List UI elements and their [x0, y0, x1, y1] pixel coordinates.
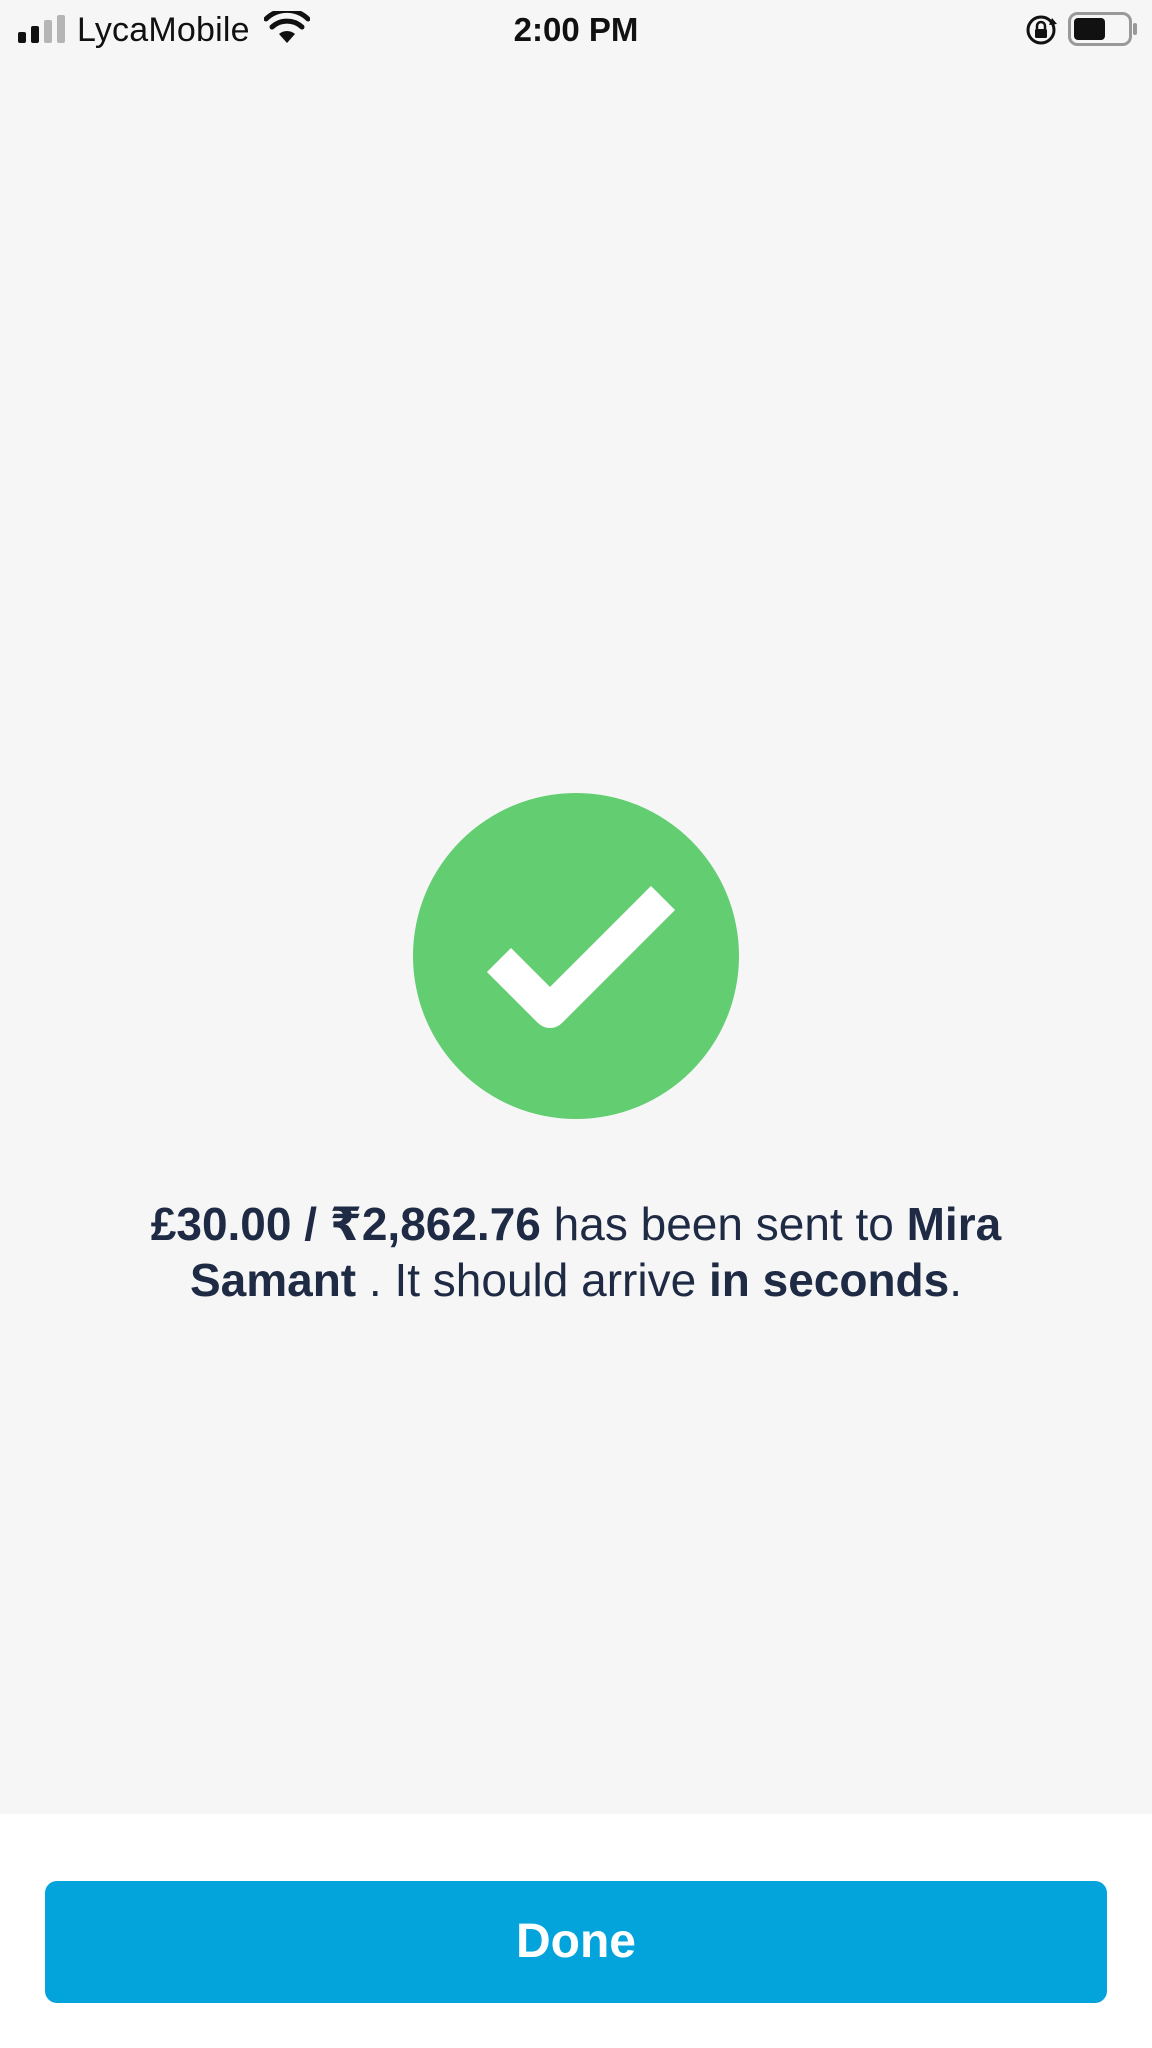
- wifi-icon: [264, 11, 310, 43]
- status-time: 2:00 PM: [513, 11, 639, 48]
- carrier-name: LycaMobile: [77, 11, 250, 49]
- arrival-timing: in seconds: [708, 1254, 950, 1306]
- status-bar: LycaMobile 2:00 PM: [0, 0, 1152, 60]
- message-end: .: [949, 1254, 963, 1306]
- rotation-lock-icon: [1026, 15, 1057, 45]
- transfer-amount: £30.00 / ₹2,862.76: [150, 1198, 541, 1250]
- message-text-arrive: . It should arrive: [356, 1254, 709, 1306]
- battery-icon: [1068, 12, 1137, 46]
- checkmark-circle-icon: [413, 793, 739, 1119]
- done-button[interactable]: Done: [45, 1881, 1107, 2003]
- message-text-sent-to: has been sent to: [540, 1198, 907, 1250]
- confirmation-message: £30.00 / ₹2,862.76 has been sent to Mira…: [96, 1196, 1056, 1308]
- signal-icon: [18, 15, 65, 43]
